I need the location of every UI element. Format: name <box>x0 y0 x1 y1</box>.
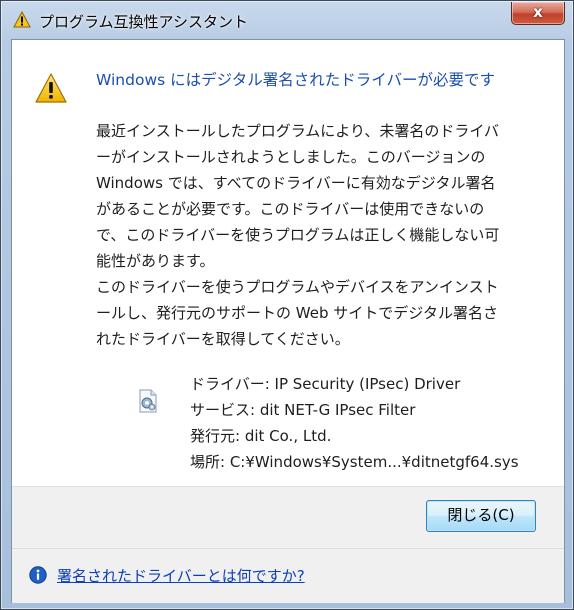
service-name: サービス: dit NET-G IPsec Filter <box>190 401 416 419</box>
button-area: 閉じる(C) <box>12 486 564 549</box>
signed-driver-help-link[interactable]: 署名されたドライバーとは何ですか? <box>57 565 305 586</box>
paragraph-line: ールし、発行元のサポートの Web サイトでデジタル署名さ <box>96 304 498 322</box>
warning-icon <box>34 72 68 104</box>
paragraph-line: れたドライバーを取得してください。 <box>96 330 350 348</box>
title-bar[interactable]: プログラム互換性アシスタント x <box>1 1 573 39</box>
driver-location: 場所: C:¥Windows¥System...¥ditnetgf64.sys <box>190 453 519 471</box>
help-footer: 署名されたドライバーとは何ですか? <box>12 548 564 603</box>
close-button[interactable]: 閉じる(C) <box>426 500 536 532</box>
dialog-heading: Windows にはデジタル署名されたドライバーが必要です <box>96 71 495 89</box>
warning-icon <box>13 10 31 28</box>
publisher-name: 発行元: dit Co., Ltd. <box>190 427 332 445</box>
paragraph-line: で、このドライバーを使うプログラムは正しく機能しない可 <box>96 226 500 244</box>
driver-file-icon <box>136 389 160 413</box>
info-icon <box>29 566 47 584</box>
driver-name: ドライバー: IP Security (IPsec) Driver <box>190 375 461 393</box>
window-title: プログラム互換性アシスタント <box>39 13 248 31</box>
paragraph-line: 能性があります。 <box>96 252 215 270</box>
explanation-paragraph: 最近インストールしたプログラムにより、未署名のドライバ ーがインストールされよう… <box>96 118 546 274</box>
message-area: Windows にはデジタル署名されたドライバーが必要です 最近インストールした… <box>12 40 564 486</box>
paragraph-line: 最近インストールしたプログラムにより、未署名のドライバ <box>96 122 500 140</box>
instruction-paragraph: このドライバーを使うプログラムやデバイスをアンインスト ールし、発行元のサポート… <box>96 274 546 352</box>
window-close-button[interactable]: x <box>511 2 565 25</box>
dialog-window: プログラム互換性アシスタント x Windows にはデジタル署名されたドライバ… <box>0 0 574 610</box>
paragraph-line: このドライバーを使うプログラムやデバイスをアンインスト <box>96 278 499 296</box>
paragraph-line: ーがインストールされようとしました。このバージョンの <box>96 148 486 166</box>
paragraph-line: があることが必要です。このドライバーは使用できないの <box>96 200 485 218</box>
dialog-client-area: Windows にはデジタル署名されたドライバーが必要です 最近インストールした… <box>11 39 565 603</box>
paragraph-line: Windows では、すべてのドライバーに有効なデジタル署名 <box>96 174 496 192</box>
